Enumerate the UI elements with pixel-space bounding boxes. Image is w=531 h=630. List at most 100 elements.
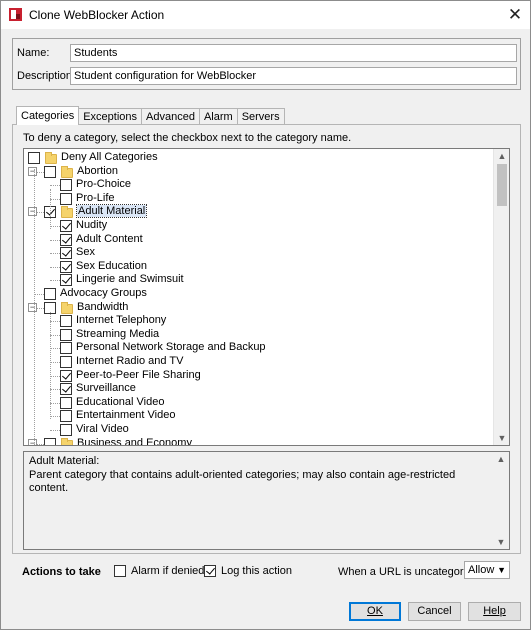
tab-categories[interactable]: Categories [16, 106, 80, 125]
collapse-icon[interactable]: − [28, 302, 37, 312]
alarm-if-denied-option[interactable]: Alarm if denied [114, 564, 204, 578]
tree-row[interactable]: Adult Content [24, 233, 494, 247]
tree-connector [50, 348, 60, 350]
tree-row[interactable]: Surveillance [24, 382, 494, 396]
tree-row-label: Business and Economy [77, 436, 192, 446]
cancel-button[interactable]: Cancel [408, 602, 461, 621]
tree-row-label: Adult Content [76, 232, 143, 245]
tree-row-label: Nudity [76, 219, 108, 231]
tree-scrollbar[interactable]: ▲ ▼ [493, 149, 509, 445]
category-checkbox[interactable] [44, 288, 56, 300]
tree-row[interactable]: Entertainment Video [24, 409, 494, 423]
category-checkbox[interactable] [44, 437, 56, 445]
tab-advanced[interactable]: Advanced [141, 108, 200, 125]
collapse-icon[interactable]: − [28, 438, 37, 445]
category-checkbox[interactable] [60, 233, 72, 246]
category-checkbox[interactable] [60, 247, 72, 260]
tree-row[interactable]: Pro-Choice [24, 178, 494, 192]
category-description-box: Adult Material: Parent category that con… [23, 451, 510, 550]
tree-row[interactable]: Nudity [24, 219, 494, 233]
scroll-up-arrow-icon[interactable]: ▲ [494, 149, 509, 163]
tree-row[interactable]: − Business and Economy [24, 436, 494, 446]
scroll-down-arrow-icon[interactable]: ▼ [494, 431, 509, 445]
description-scrollbar[interactable]: ▲ ▼ [493, 452, 509, 549]
tree-row[interactable]: Peer-to-Peer File Sharing [24, 369, 494, 383]
tree-row-label: Sex Education [76, 259, 147, 272]
tree-connector [50, 280, 60, 282]
tree-row[interactable]: Internet Telephony [24, 314, 494, 328]
alarm-if-denied-checkbox[interactable] [114, 565, 126, 577]
ok-button[interactable]: OK [349, 602, 401, 621]
alarm-if-denied-label: Alarm if denied [131, 565, 205, 577]
collapse-icon[interactable]: − [28, 166, 37, 176]
tree-row-label: Surveillance [76, 382, 136, 395]
tree-row-label: Advocacy Groups [60, 287, 147, 299]
category-checkbox[interactable] [60, 179, 72, 192]
category-checkbox[interactable] [60, 410, 72, 423]
tree-row[interactable]: Advocacy Groups [24, 287, 494, 301]
tab-exceptions[interactable]: Exceptions [78, 108, 143, 125]
category-checkbox[interactable] [60, 315, 72, 328]
category-checkbox[interactable] [60, 274, 72, 287]
name-description-panel: Name: Students Description: Student conf… [12, 38, 521, 90]
tree-row[interactable]: Educational Video [24, 396, 494, 410]
help-button[interactable]: Help [468, 602, 521, 621]
name-field[interactable]: Students [70, 44, 517, 62]
tree-row[interactable]: − Adult Material [24, 204, 494, 219]
instruction-text: To deny a category, select the checkbox … [23, 132, 352, 144]
category-checkbox[interactable] [44, 165, 56, 178]
tree-row[interactable]: Viral Video [24, 423, 494, 437]
category-checkbox[interactable] [60, 424, 72, 436]
tree-row[interactable]: Personal Network Storage and Backup [24, 341, 494, 355]
folder-icon [61, 165, 73, 178]
description-field[interactable]: Student configuration for WebBlocker [70, 67, 517, 85]
close-button[interactable]: ✕ [500, 1, 530, 29]
tree-row[interactable]: Lingerie and Swimsuit [24, 273, 494, 287]
log-this-action-checkbox[interactable] [204, 565, 216, 577]
tree-row[interactable]: Streaming Media [24, 328, 494, 342]
category-checkbox[interactable] [60, 342, 72, 355]
uncategorized-select[interactable]: Allow ▼ [464, 561, 510, 579]
tree-guide-line [50, 312, 51, 419]
tree-row-label: Educational Video [76, 395, 165, 408]
log-this-action-option[interactable]: Log this action [204, 564, 292, 578]
folder-icon [61, 301, 73, 314]
category-checkbox[interactable] [60, 260, 72, 273]
tree-connector [50, 375, 60, 377]
category-checkbox[interactable] [60, 369, 72, 382]
scroll-down-arrow-icon[interactable]: ▼ [493, 535, 509, 549]
uncategorized-select-value: Allow [468, 564, 495, 576]
tree-row[interactable]: Pro-Life [24, 192, 494, 206]
category-checkbox[interactable] [60, 192, 72, 205]
tree-connector [50, 334, 60, 336]
scroll-thumb[interactable] [497, 164, 507, 206]
collapse-icon[interactable]: − [28, 207, 37, 217]
tree-row[interactable]: − Abortion [24, 165, 494, 179]
tree-row[interactable]: Internet Radio and TV [24, 355, 494, 369]
category-checkbox[interactable] [60, 383, 72, 396]
tree-row-label: Pro-Choice [76, 178, 132, 191]
category-checkbox[interactable] [60, 220, 72, 232]
tree-guide-line [34, 169, 35, 445]
tree-row[interactable]: Deny All Categories [24, 151, 494, 165]
category-checkbox[interactable] [60, 356, 72, 368]
category-checkbox[interactable] [60, 396, 72, 409]
category-tree[interactable]: ▲ ▼ Deny All Categories − Abortion Pro-Choi… [23, 148, 510, 446]
window-title: Clone WebBlocker Action [29, 8, 165, 22]
tree-row-label: Peer-to-Peer File Sharing [76, 368, 201, 381]
folder-icon [45, 152, 57, 164]
category-checkbox[interactable] [60, 328, 72, 341]
tree-row-label: Sex [76, 246, 95, 259]
tree-connector [50, 416, 60, 418]
cancel-button-label: Cancel [417, 605, 452, 617]
scroll-up-arrow-icon[interactable]: ▲ [493, 452, 509, 466]
category-checkbox[interactable] [28, 152, 40, 164]
tree-row[interactable]: Sex Education [24, 260, 494, 274]
tree-row[interactable]: Sex [24, 246, 494, 260]
tree-row-label: Internet Telephony [76, 314, 167, 327]
description-label: Description: [17, 70, 76, 82]
tab-alarm[interactable]: Alarm [198, 108, 238, 125]
tree-row-label: Internet Radio and TV [76, 355, 184, 367]
tab-servers[interactable]: Servers [236, 108, 285, 125]
tree-row[interactable]: − Bandwidth [24, 301, 494, 315]
